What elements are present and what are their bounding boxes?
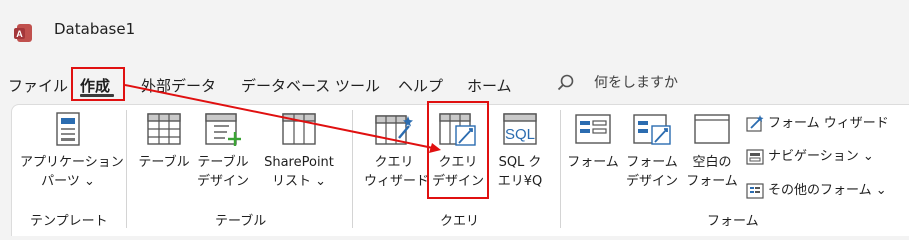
- group-label-query: クエリ: [440, 214, 480, 229]
- form-wizard-icon: [746, 115, 764, 132]
- application-parts-button[interactable]: アプリケーション パーツ ⌄: [20, 112, 124, 191]
- search-icon[interactable]: [557, 74, 575, 92]
- table-design-label-1: テーブル: [197, 155, 249, 170]
- application-parts-icon: [56, 112, 80, 146]
- title-bar: A Database1: [0, 0, 909, 62]
- form-design-button[interactable]: フォーム デザイン: [624, 112, 680, 191]
- query-wizard-icon: [375, 115, 413, 145]
- tab-help[interactable]: ヘルプ: [398, 75, 443, 96]
- sql-query-label-1: SQL ク: [498, 155, 542, 170]
- sharepoint-list-button[interactable]: SharePoint リスト ⌄: [256, 112, 342, 191]
- svg-text:A: A: [16, 29, 23, 39]
- blank-form-button[interactable]: 空白の フォーム: [684, 112, 740, 191]
- form-design-icon: [633, 114, 671, 145]
- window-title: Database1: [54, 20, 136, 38]
- sql-query-button[interactable]: SQL SQL ク エリ¥Q: [492, 112, 548, 191]
- application-parts-label-1: アプリケーション: [20, 155, 124, 170]
- table-icon: [147, 113, 181, 145]
- query-wizard-label-2: ウィザード: [364, 174, 430, 189]
- form-design-label-2: デザイン: [625, 174, 678, 189]
- table-design-label-2: デザイン: [196, 174, 249, 189]
- query-wizard-button[interactable]: クエリ ウィザード: [364, 112, 430, 191]
- group-separator: [560, 110, 561, 228]
- group-separator: [126, 110, 127, 228]
- table-design-icon: [205, 113, 241, 146]
- svg-text:SQL: SQL: [505, 126, 535, 143]
- query-wizard-label-1: クエリ: [374, 155, 414, 170]
- sharepoint-list-icon: [282, 113, 316, 145]
- sql-query-icon: SQL: [503, 113, 537, 145]
- access-app-icon: A: [14, 24, 32, 42]
- more-forms-label: その他のフォーム ⌄: [768, 183, 887, 198]
- group-label-table: テーブル: [215, 214, 267, 229]
- navigation-icon: [746, 149, 764, 165]
- form-label: フォーム: [567, 155, 619, 170]
- form-design-label-1: フォーム: [626, 155, 678, 170]
- navigation-label: ナビゲーション ⌄: [768, 149, 874, 164]
- more-forms-icon: [746, 183, 764, 199]
- blank-form-label-1: 空白の: [692, 155, 732, 170]
- search-input[interactable]: 何をしますか: [594, 72, 678, 92]
- form-button[interactable]: フォーム: [566, 112, 620, 172]
- tab-external-data[interactable]: 外部データ: [141, 75, 216, 96]
- sharepoint-list-label-2: リスト ⌄: [271, 174, 327, 189]
- tab-database-tools[interactable]: データベース ツール: [241, 75, 380, 96]
- blank-form-icon: [694, 114, 730, 144]
- form-wizard-label: フォーム ウィザード: [768, 116, 889, 131]
- tab-home[interactable]: ホーム: [467, 75, 512, 96]
- query-design-highlight: [427, 101, 489, 199]
- application-parts-label-2: パーツ ⌄: [41, 174, 95, 189]
- sharepoint-list-label-1: SharePoint: [264, 155, 334, 170]
- table-design-button[interactable]: テーブル デザイン: [194, 112, 252, 191]
- group-label-template: テンプレート: [30, 214, 108, 229]
- group-separator: [352, 110, 353, 228]
- tab-create-highlight: [71, 67, 125, 101]
- blank-form-label-2: フォーム: [686, 174, 738, 189]
- table-button[interactable]: テーブル: [136, 112, 192, 172]
- form-icon: [575, 114, 611, 144]
- group-label-form: フォーム: [707, 214, 759, 229]
- sql-query-label-2: エリ¥Q: [497, 174, 543, 189]
- tab-file[interactable]: ファイル: [8, 75, 68, 96]
- table-label: テーブル: [138, 155, 190, 170]
